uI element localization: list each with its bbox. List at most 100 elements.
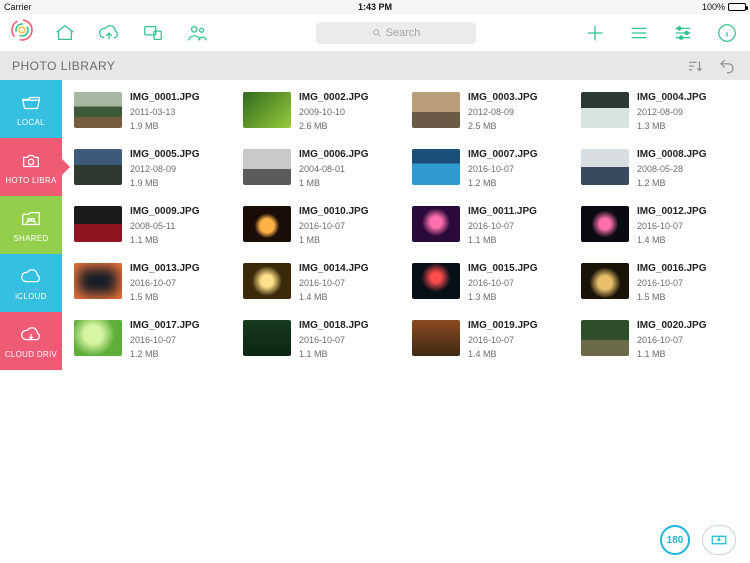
file-item[interactable]: IMG_0013.JPG2016-10-071.5 MB [74, 263, 235, 302]
thumbnail [581, 149, 629, 185]
battery-icon [728, 3, 746, 11]
file-item[interactable]: IMG_0018.JPG2016-10-071.1 MB [243, 320, 404, 359]
camera-icon [18, 150, 44, 172]
sidebar-item-label: LOCAL [17, 118, 45, 127]
file-item[interactable]: IMG_0001.JPG2011-03-131.9 MB [74, 92, 235, 131]
shared-folder-icon [18, 208, 44, 230]
sidebar-item-photo-library[interactable]: HOTO LIBRA [0, 138, 62, 196]
settings-sliders-icon[interactable] [670, 20, 696, 46]
file-date: 2016-10-07 [468, 278, 537, 288]
file-name: IMG_0014.JPG [299, 263, 368, 274]
file-size: 1.1 MB [637, 349, 706, 359]
file-size: 1.4 MB [299, 292, 368, 302]
file-size: 1.1 MB [130, 235, 199, 245]
file-item[interactable]: IMG_0011.JPG2016-10-071.1 MB [412, 206, 573, 245]
file-item[interactable]: IMG_0009.JPG 2008-05-11 1.1 MB [74, 206, 235, 245]
file-name: IMG_0007.JPG [468, 149, 537, 160]
file-size: 1.2 MB [468, 178, 537, 188]
file-date: 2012-08-09 [637, 107, 706, 117]
thumbnail [74, 149, 122, 185]
file-date: 2016-10-07 [130, 335, 199, 345]
home-icon[interactable] [52, 20, 78, 46]
file-item[interactable]: IMG_0014.JPG 2016-10-07 1.4 MB [243, 263, 404, 302]
thumbnail [243, 263, 291, 299]
thumbnail [412, 149, 460, 185]
folder-open-icon [18, 92, 44, 114]
file-item[interactable]: IMG_0017.JPG2016-10-071.2 MB [74, 320, 235, 359]
footer-actions: 180 [660, 525, 736, 555]
file-date: 2016-10-07 [468, 221, 537, 231]
status-bar: Carrier 1:43 PM 100% [0, 0, 750, 14]
devices-icon[interactable] [140, 20, 166, 46]
file-item[interactable]: IMG_0002.JPG2009-10-102.6 MB [243, 92, 404, 131]
item-count-badge[interactable]: 180 [660, 525, 690, 555]
sidebar-item-label: SHARED [13, 234, 48, 243]
file-name: IMG_0015.JPG [468, 263, 537, 274]
contacts-icon[interactable] [184, 20, 210, 46]
file-name: IMG_0013.JPG [130, 263, 199, 274]
file-size: 1.3 MB [468, 292, 537, 302]
file-item[interactable]: IMG_0007.JPG2016-10-071.2 MB [412, 149, 573, 188]
sidebar-item-icloud[interactable]: iCLOUD [0, 254, 62, 312]
file-size: 1 MB [299, 178, 368, 188]
sort-icon[interactable] [684, 55, 706, 77]
file-item[interactable]: IMG_0004.JPG2012-08-091.3 MB [581, 92, 742, 131]
clock: 1:43 PM [0, 2, 750, 12]
file-name: IMG_0006.JPG [299, 149, 368, 160]
sidebar-item-local[interactable]: LOCAL [0, 80, 62, 138]
file-item[interactable]: IMG_0003.JPG2012-08-092.5 MB [412, 92, 573, 131]
thumbnail [581, 320, 629, 356]
file-size: 1.3 MB [637, 121, 706, 131]
thumbnail [243, 149, 291, 185]
file-name: IMG_0005.JPG [130, 149, 199, 160]
file-item[interactable]: IMG_0016.JPG2016-10-071.5 MB [581, 263, 742, 302]
file-date: 2016-10-07 [130, 278, 199, 288]
file-name: IMG_0001.JPG [130, 92, 199, 103]
sidebar-item-label: HOTO LIBRA [5, 176, 56, 185]
thumbnail [412, 320, 460, 356]
undo-icon[interactable] [716, 55, 738, 77]
file-size: 1.9 MB [130, 178, 199, 188]
file-item[interactable]: IMG_0015.JPG 2016-10-07 1.3 MB [412, 263, 573, 302]
thumbnail [412, 263, 460, 299]
file-size: 2.5 MB [468, 121, 537, 131]
file-grid: IMG_0001.JPG2011-03-131.9 MBIMG_0002.JPG… [74, 92, 742, 359]
file-item[interactable]: IMG_0020.JPG2016-10-071.1 MB [581, 320, 742, 359]
thumbnail [74, 263, 122, 299]
download-button[interactable] [702, 525, 736, 555]
file-item[interactable]: IMG_0006.JPG2004-08-011 MB [243, 149, 404, 188]
list-view-icon[interactable] [626, 20, 652, 46]
thumbnail [243, 206, 291, 242]
file-item[interactable]: IMG_0008.JPG2008-05-281.2 MB [581, 149, 742, 188]
thumbnail [412, 206, 460, 242]
file-name: IMG_0002.JPG [299, 92, 368, 103]
file-size: 1.2 MB [637, 178, 706, 188]
search-input[interactable]: Search [316, 22, 476, 44]
sidebar-item-cloud-drive[interactable]: CLOUD DRIV [0, 312, 62, 370]
file-name: IMG_0010.JPG [299, 206, 368, 217]
file-name: IMG_0009.JPG [130, 206, 199, 217]
file-date: 2016-10-07 [468, 335, 537, 345]
thumbnail [243, 320, 291, 356]
file-name: IMG_0017.JPG [130, 320, 199, 331]
file-item[interactable]: IMG_0010.JPG2016-10-071 MB [243, 206, 404, 245]
file-date: 2016-10-07 [299, 278, 368, 288]
file-name: IMG_0019.JPG [468, 320, 537, 331]
file-date: 2012-08-09 [468, 107, 537, 117]
thumbnail [412, 92, 460, 128]
thumbnail [243, 92, 291, 128]
file-item[interactable]: IMG_0019.JPG2016-10-071.4 MB [412, 320, 573, 359]
file-item[interactable]: IMG_0012.JPG2016-10-071.4 MB [581, 206, 742, 245]
cloud-upload-icon[interactable] [96, 20, 122, 46]
file-size: 1.4 MB [637, 235, 706, 245]
file-date: 2008-05-11 [130, 221, 199, 231]
sidebar-item-shared[interactable]: SHARED [0, 196, 62, 254]
thumbnail [581, 92, 629, 128]
app-logo-icon [10, 18, 34, 47]
file-item[interactable]: IMG_0005.JPG2012-08-091.9 MB [74, 149, 235, 188]
file-date: 2016-10-07 [637, 335, 706, 345]
add-icon[interactable] [582, 20, 608, 46]
file-name: IMG_0018.JPG [299, 320, 368, 331]
file-size: 2.6 MB [299, 121, 368, 131]
info-icon[interactable] [714, 20, 740, 46]
